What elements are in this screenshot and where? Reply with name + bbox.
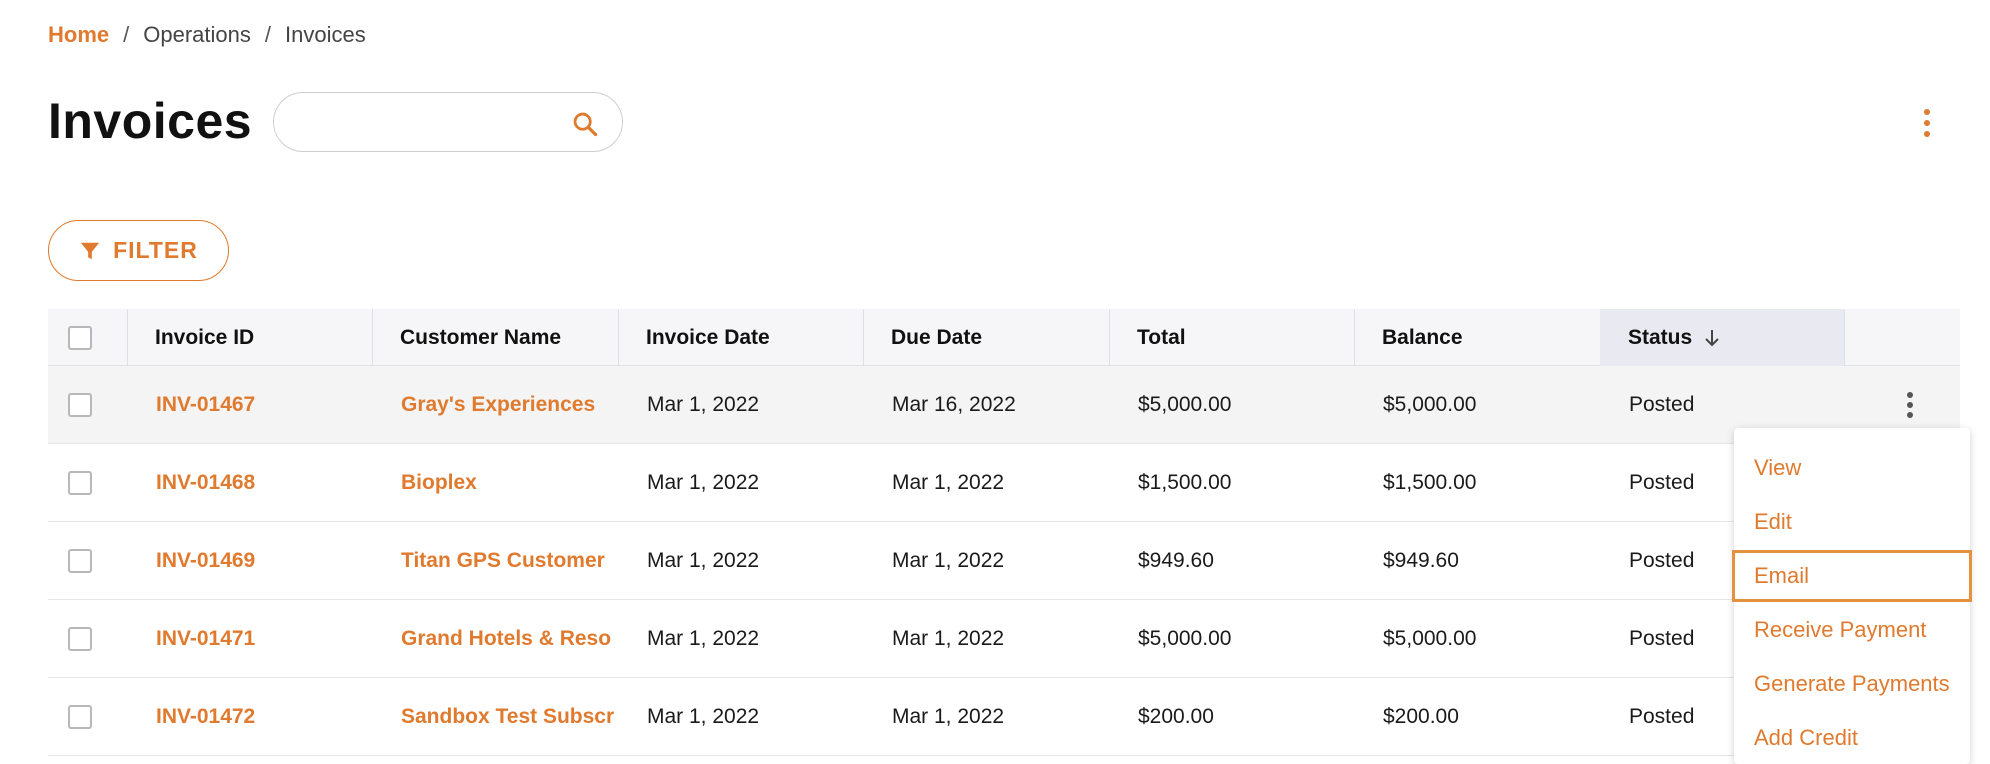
- status-text: Posted: [1629, 705, 1695, 728]
- customer-name-link[interactable]: Grand Hotels & Reso: [401, 600, 633, 678]
- column-divider: [1354, 309, 1355, 366]
- table-row[interactable]: INV-01471 Grand Hotels & Reso Mar 1, 202…: [48, 600, 1960, 678]
- status-text: Posted: [1629, 627, 1695, 650]
- column-divider: [1844, 309, 1845, 366]
- filter-button-label: FILTER: [113, 237, 198, 263]
- customer-name-link[interactable]: Titan GPS Customer: [401, 522, 633, 600]
- row-select-cell: [68, 366, 92, 444]
- total-amount: $949.60: [1138, 549, 1214, 572]
- column-header-status-label: Status: [1628, 325, 1693, 349]
- total-amount: $5,000.00: [1138, 393, 1232, 416]
- invoice-id-link[interactable]: INV-01468: [156, 444, 386, 522]
- row-actions-icon[interactable]: [1898, 388, 1922, 422]
- due-date: Mar 1, 2022: [892, 627, 1005, 650]
- search-icon[interactable]: [571, 110, 599, 138]
- balance-amount: $949.60: [1383, 549, 1459, 572]
- table-row[interactable]: INV-01469 Titan GPS Customer Mar 1, 2022…: [48, 522, 1960, 600]
- balance-amount: $5,000.00: [1383, 627, 1477, 650]
- status-text: Posted: [1629, 393, 1695, 416]
- menu-item-edit[interactable]: Edit: [1734, 496, 1970, 548]
- table-row[interactable]: INV-01467 Gray's Experiences Mar 1, 2022…: [48, 366, 1960, 444]
- column-header-due-date[interactable]: Due Date: [891, 309, 1091, 366]
- table-row[interactable]: INV-01472 Sandbox Test Subscr Mar 1, 202…: [48, 678, 1960, 756]
- column-divider: [618, 309, 619, 366]
- customer-name-link[interactable]: Gray's Experiences: [401, 366, 633, 444]
- row-checkbox[interactable]: [68, 393, 92, 417]
- invoice-id-link[interactable]: INV-01467: [156, 366, 386, 444]
- menu-item-add-credit[interactable]: Add Credit: [1734, 712, 1970, 764]
- row-checkbox[interactable]: [68, 471, 92, 495]
- invoice-id-link[interactable]: INV-01471: [156, 600, 386, 678]
- column-divider: [372, 309, 373, 366]
- status-text: Posted: [1629, 471, 1695, 494]
- column-header-customer-name[interactable]: Customer Name: [400, 309, 600, 366]
- due-date: Mar 16, 2022: [892, 393, 1016, 416]
- column-header-total[interactable]: Total: [1137, 309, 1337, 366]
- total-amount: $5,000.00: [1138, 627, 1232, 650]
- more-options-icon[interactable]: [1912, 106, 1942, 140]
- select-all-cell: [68, 309, 92, 366]
- due-date: Mar 1, 2022: [892, 705, 1005, 728]
- balance-amount: $200.00: [1383, 705, 1459, 728]
- invoice-date: Mar 1, 2022: [647, 471, 760, 494]
- select-all-checkbox[interactable]: [68, 325, 92, 350]
- breadcrumb-current: Invoices: [285, 22, 366, 47]
- search-input[interactable]: [298, 107, 558, 139]
- row-select-cell: [68, 600, 92, 678]
- row-select-cell: [68, 522, 92, 600]
- invoice-date: Mar 1, 2022: [647, 393, 760, 416]
- page-title: Invoices: [48, 93, 253, 149]
- filter-button[interactable]: FILTER: [48, 220, 229, 281]
- customer-name-link[interactable]: Sandbox Test Subscr: [401, 678, 633, 756]
- menu-item-generate-payments[interactable]: Generate Payments: [1734, 658, 1970, 710]
- column-header-balance[interactable]: Balance: [1382, 309, 1582, 366]
- breadcrumb-operations-link[interactable]: Operations: [143, 22, 251, 48]
- breadcrumb-home-link[interactable]: Home: [48, 22, 109, 48]
- row-checkbox[interactable]: [68, 627, 92, 651]
- total-amount: $1,500.00: [1138, 471, 1232, 494]
- invoice-date: Mar 1, 2022: [647, 627, 760, 650]
- column-divider: [863, 309, 864, 366]
- row-select-cell: [68, 444, 92, 522]
- breadcrumb: Home / Operations / Invoices: [48, 22, 366, 48]
- breadcrumb-separator: /: [123, 22, 130, 47]
- column-header-status[interactable]: Status: [1600, 309, 1844, 366]
- total-amount: $200.00: [1138, 705, 1214, 728]
- invoice-date: Mar 1, 2022: [647, 705, 760, 728]
- due-date: Mar 1, 2022: [892, 549, 1005, 572]
- menu-item-receive-payment[interactable]: Receive Payment: [1734, 604, 1970, 656]
- column-header-invoice-id[interactable]: Invoice ID: [155, 309, 355, 366]
- invoice-id-link[interactable]: INV-01472: [156, 678, 386, 756]
- filter-icon: [80, 242, 100, 259]
- customer-name-link[interactable]: Bioplex: [401, 444, 633, 522]
- row-checkbox[interactable]: [68, 549, 92, 573]
- column-divider: [1109, 309, 1110, 366]
- breadcrumb-separator: /: [264, 22, 271, 47]
- invoice-id-link[interactable]: INV-01469: [156, 522, 386, 600]
- row-actions-menu: View Edit Email Receive Payment Generate…: [1732, 428, 1972, 764]
- row-select-cell: [68, 678, 92, 756]
- row-checkbox[interactable]: [68, 705, 92, 729]
- column-header-invoice-date[interactable]: Invoice Date: [646, 309, 846, 366]
- balance-amount: $5,000.00: [1383, 393, 1477, 416]
- invoice-date: Mar 1, 2022: [647, 549, 760, 572]
- table-row[interactable]: INV-01468 Bioplex Mar 1, 2022 Mar 1, 202…: [48, 444, 1960, 522]
- column-divider: [127, 309, 128, 366]
- table-header: Invoice ID Customer Name Invoice Date Du…: [48, 309, 1960, 366]
- balance-amount: $1,500.00: [1383, 471, 1477, 494]
- menu-item-email[interactable]: Email: [1732, 550, 1972, 602]
- menu-item-view[interactable]: View: [1734, 442, 1970, 494]
- status-text: Posted: [1629, 549, 1695, 572]
- invoices-table: Invoice ID Customer Name Invoice Date Du…: [48, 309, 1960, 756]
- sort-descending-icon: [1705, 329, 1719, 346]
- due-date: Mar 1, 2022: [892, 471, 1005, 494]
